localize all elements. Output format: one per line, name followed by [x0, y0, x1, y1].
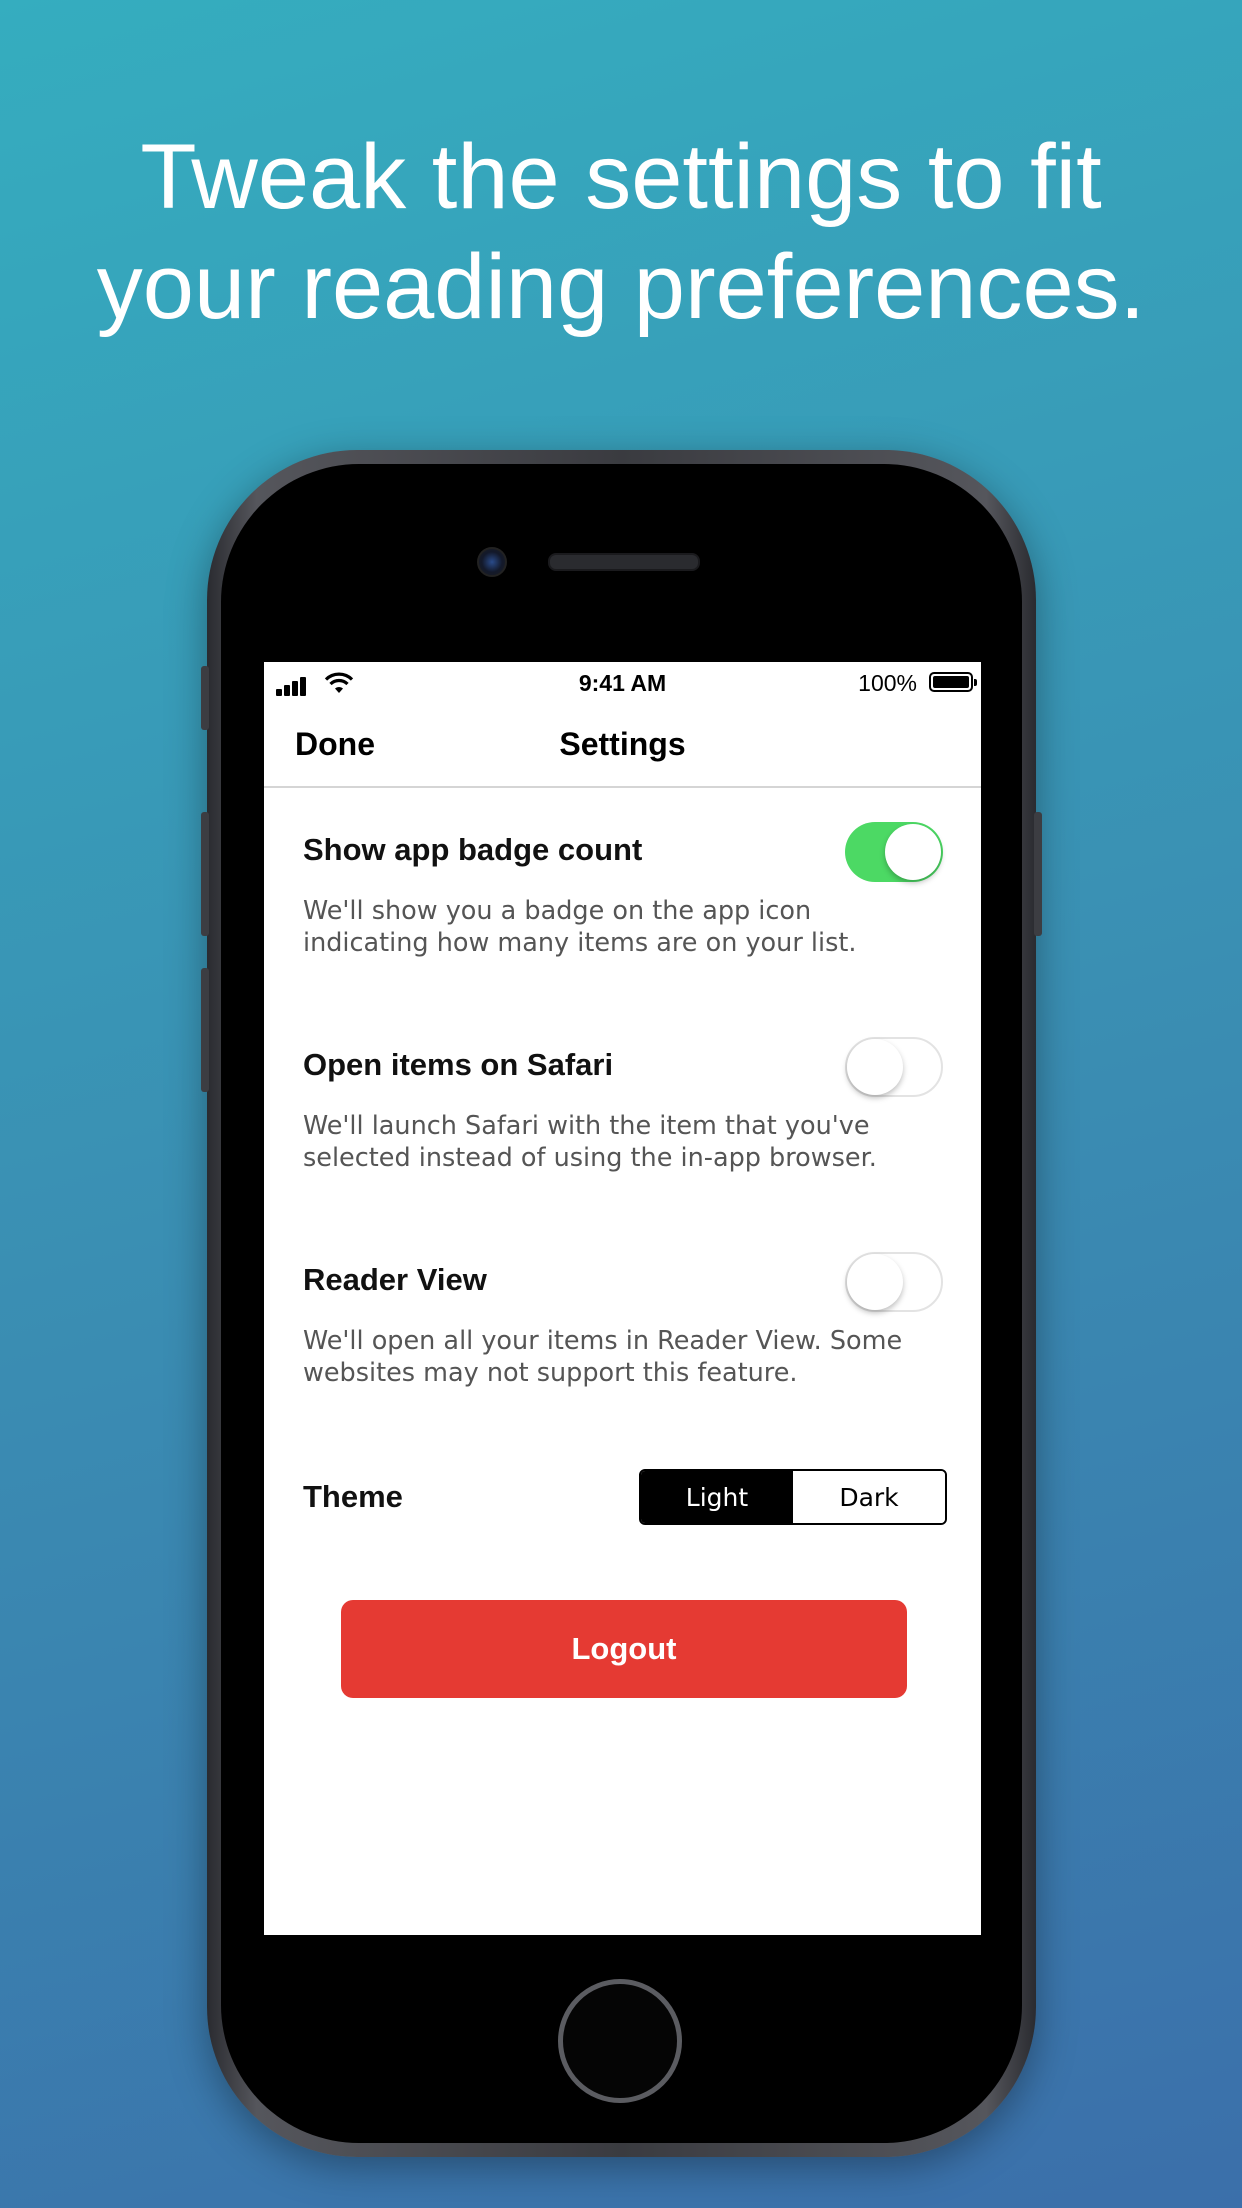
setting-label: Reader View	[303, 1262, 487, 1297]
setting-reader-view: Reader View We'll open all your items in…	[303, 1252, 943, 1392]
setting-open-in-safari: Open items on Safari We'll launch Safari…	[303, 1037, 943, 1177]
setting-description: We'll show you a badge on the app icon i…	[303, 896, 857, 958]
headline-line-1: Tweak the settings to fit	[140, 126, 1102, 228]
mute-switch	[201, 666, 209, 730]
battery-percentage: 100%	[858, 670, 917, 696]
status-bar: 9:41 AM 100%	[264, 662, 981, 704]
toggle-knob	[847, 1254, 903, 1310]
front-camera	[477, 547, 507, 577]
headline: Tweak the settings to fit your reading p…	[0, 122, 1242, 342]
navigation-bar: Done Settings	[264, 704, 981, 788]
volume-down-button	[201, 968, 209, 1092]
open-in-safari-toggle[interactable]	[845, 1037, 943, 1097]
done-button[interactable]: Done	[295, 726, 375, 763]
toggle-knob	[885, 824, 941, 880]
theme-label: Theme	[303, 1479, 403, 1514]
setting-label: Show app badge count	[303, 832, 643, 867]
theme-option-dark[interactable]: Dark	[793, 1471, 945, 1523]
phone-screen: 9:41 AM 100% Done Settings Show app badg…	[264, 662, 981, 1935]
headline-line-2: your reading preferences.	[96, 236, 1146, 338]
setting-description: We'll launch Safari with the item that y…	[303, 1111, 877, 1173]
badge-count-toggle[interactable]	[845, 822, 943, 882]
earpiece-speaker	[548, 553, 700, 571]
power-button	[1034, 812, 1042, 936]
theme-option-light[interactable]: Light	[641, 1471, 793, 1523]
setting-label: Open items on Safari	[303, 1047, 614, 1082]
home-button[interactable]	[558, 1979, 682, 2103]
toggle-knob	[847, 1039, 903, 1095]
theme-segmented-control: Light Dark	[639, 1469, 947, 1525]
volume-up-button	[201, 812, 209, 936]
setting-badge-count: Show app badge count We'll show you a ba…	[303, 822, 943, 962]
setting-description: We'll open all your items in Reader View…	[303, 1326, 903, 1388]
logout-button[interactable]: Logout	[341, 1600, 907, 1698]
reader-view-toggle[interactable]	[845, 1252, 943, 1312]
battery-icon	[929, 672, 977, 692]
